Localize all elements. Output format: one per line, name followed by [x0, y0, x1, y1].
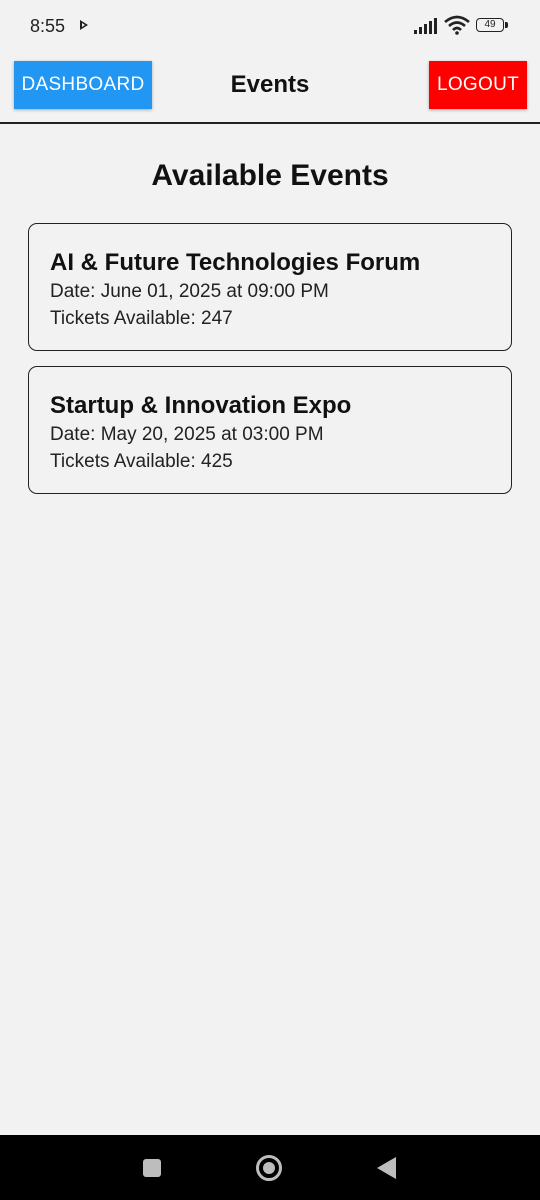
- event-date: Date: May 20, 2025 at 03:00 PM: [50, 424, 324, 445]
- recents-square-icon[interactable]: [143, 1159, 161, 1177]
- signal-icon: [414, 18, 437, 34]
- battery-icon: 49: [476, 18, 510, 34]
- wifi-icon: [444, 15, 470, 35]
- event-tickets: Tickets Available: 425: [50, 451, 233, 472]
- system-nav-bar: [0, 1135, 540, 1200]
- back-triangle-icon[interactable]: [377, 1157, 396, 1179]
- event-card[interactable]: Startup & Innovation Expo Date: May 20, …: [28, 366, 512, 494]
- status-time: 8:55: [30, 16, 66, 36]
- battery-level: 49: [476, 18, 504, 32]
- home-circle-icon[interactable]: [256, 1155, 282, 1181]
- play-icon: [80, 20, 88, 30]
- app-header: DASHBOARD Events LOGOUT: [0, 48, 540, 124]
- event-tickets: Tickets Available: 247: [50, 308, 233, 329]
- page-title: Available Events: [151, 159, 389, 192]
- main-content: Available Events AI & Future Technologie…: [0, 124, 540, 509]
- status-bar: 8:55 49: [0, 0, 540, 48]
- event-date: Date: June 01, 2025 at 09:00 PM: [50, 281, 329, 302]
- logout-button[interactable]: LOGOUT: [429, 61, 527, 109]
- event-card[interactable]: AI & Future Technologies Forum Date: Jun…: [28, 223, 512, 351]
- event-list: AI & Future Technologies Forum Date: Jun…: [0, 223, 540, 494]
- event-name: AI & Future Technologies Forum: [50, 249, 421, 276]
- event-name: Startup & Innovation Expo: [50, 392, 352, 419]
